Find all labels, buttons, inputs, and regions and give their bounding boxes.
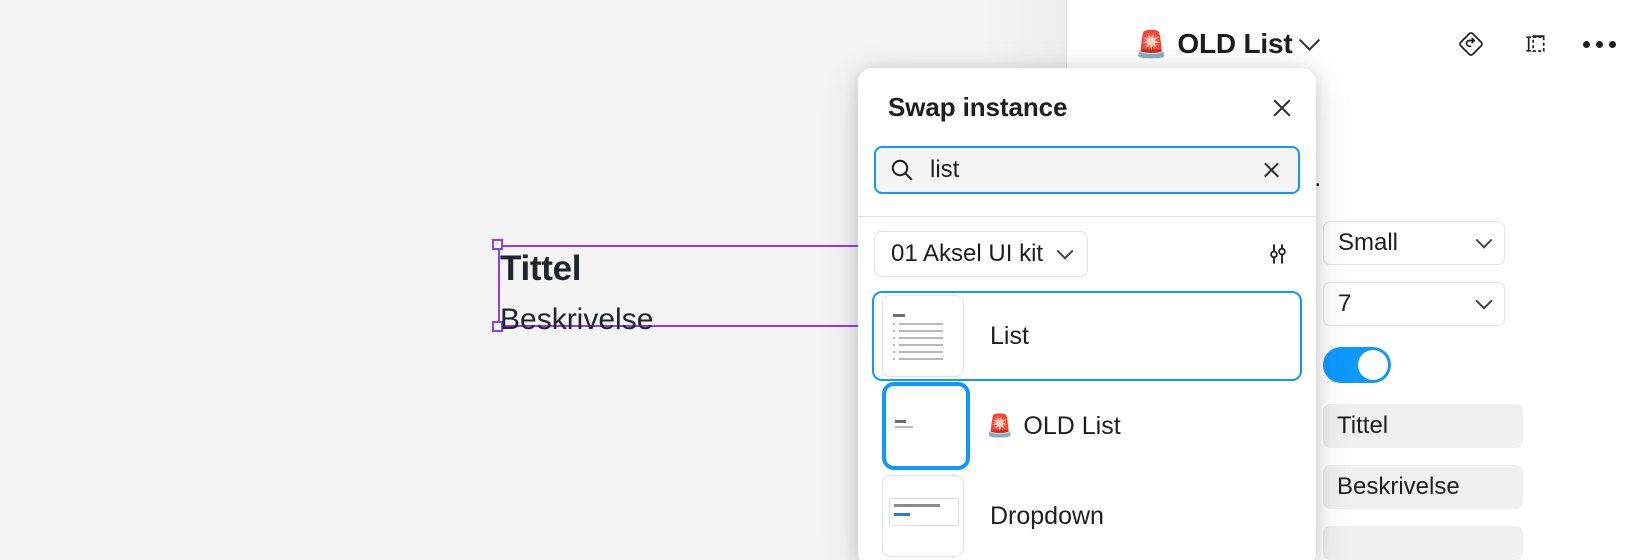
result-item-dropdown[interactable]: Dropdown xyxy=(872,471,1302,560)
instance-selector[interactable]: 🚨 OLD List xyxy=(1135,28,1317,60)
reset-instance-icon xyxy=(1456,29,1486,59)
library-filter-row: 01 Aksel UI kit xyxy=(858,217,1316,291)
result-label: OLD List xyxy=(1023,412,1120,441)
library-select[interactable]: 01 Aksel UI kit xyxy=(874,231,1088,277)
library-select-value: 01 Aksel UI kit xyxy=(891,240,1043,268)
component-emoji-icon: 🚨 xyxy=(1135,31,1167,57)
inspector-action-icons xyxy=(1449,22,1621,66)
size-select-value: Small xyxy=(1338,229,1398,257)
sliders-icon xyxy=(1263,239,1293,269)
boolean-property-toggle[interactable] xyxy=(1323,347,1391,383)
thumbnail-list-preview xyxy=(882,295,964,377)
search-clear-button[interactable] xyxy=(1256,155,1286,185)
figma-editor-screen: Tittel Beskrivelse 🚨 OLD List xyxy=(0,0,1642,560)
result-emoji-icon: 🚨 xyxy=(986,415,1013,437)
canvas-node-title: Tittel xyxy=(500,250,581,289)
dialog-title: Swap instance xyxy=(888,92,1067,123)
result-label: Dropdown xyxy=(990,502,1104,531)
text-property-beskrivelse[interactable]: Beskrivelse xyxy=(1323,465,1523,509)
edit-component-icon xyxy=(1520,29,1550,59)
dialog-header: Swap instance xyxy=(858,68,1316,146)
result-item-old-list[interactable]: 🚨 OLD List xyxy=(872,381,1302,471)
search-input[interactable] xyxy=(928,155,1244,185)
close-icon xyxy=(1262,161,1281,180)
search-icon xyxy=(888,156,916,184)
count-select-value: 7 xyxy=(1338,290,1351,318)
more-options-icon xyxy=(1583,41,1616,48)
chevron-down-icon xyxy=(1476,232,1493,249)
dialog-close-button[interactable] xyxy=(1262,88,1302,128)
count-select[interactable]: 7 xyxy=(1323,282,1505,326)
result-item-list[interactable]: List xyxy=(872,291,1302,381)
text-property-tittel[interactable]: Tittel xyxy=(1323,404,1523,448)
reset-instance-button[interactable] xyxy=(1449,22,1493,66)
more-options-button[interactable] xyxy=(1577,22,1621,66)
edit-component-button[interactable] xyxy=(1513,22,1557,66)
result-label-wrap: List xyxy=(980,322,1029,351)
text-property-beskrivelse-value: Beskrivelse xyxy=(1337,473,1460,501)
result-label-wrap: 🚨 OLD List xyxy=(986,412,1121,441)
chevron-down-icon[interactable] xyxy=(1299,29,1320,50)
chevron-down-icon xyxy=(1476,293,1493,310)
thumbnail-dropdown-preview xyxy=(882,475,964,557)
toggle-knob xyxy=(1358,350,1388,380)
text-property-tittel-value: Tittel xyxy=(1337,412,1388,440)
result-label-wrap: Dropdown xyxy=(980,502,1104,531)
thumbnail-old-list-preview xyxy=(882,382,970,470)
chevron-down-icon xyxy=(1057,243,1074,260)
component-name-label: OLD List xyxy=(1177,28,1292,60)
text-property-extra[interactable] xyxy=(1323,526,1523,560)
canvas-node-description: Beskrivelse xyxy=(500,303,653,336)
search-results-list: List 🚨 OLD List xyxy=(858,291,1316,560)
filter-settings-button[interactable] xyxy=(1256,232,1300,276)
result-label: List xyxy=(990,322,1029,351)
close-icon xyxy=(1271,97,1293,119)
swap-instance-dialog: Swap instance 01 Aksel UI kit xyxy=(858,68,1316,560)
size-select[interactable]: Small xyxy=(1323,221,1505,265)
search-field[interactable] xyxy=(874,146,1300,194)
